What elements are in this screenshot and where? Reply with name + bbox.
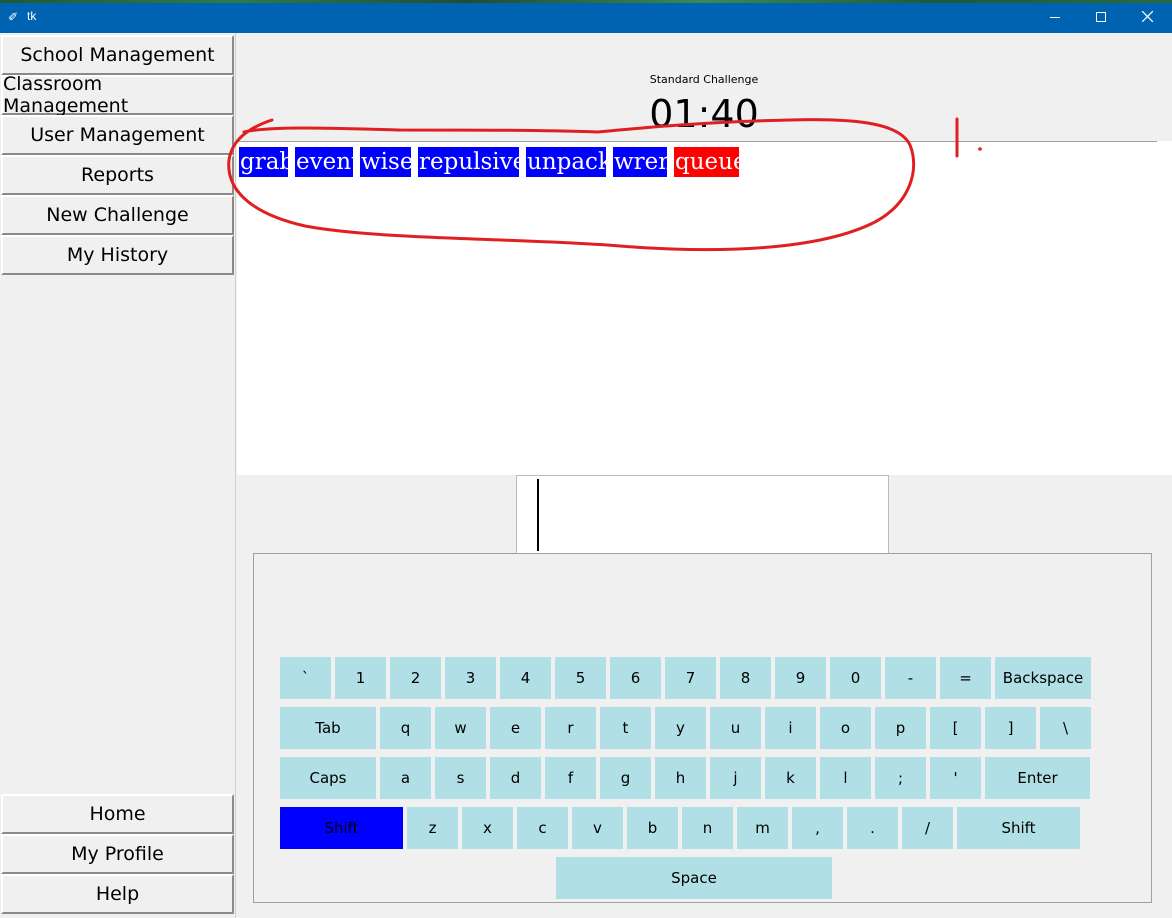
key-enter[interactable]: Enter [985,757,1090,799]
minimize-button[interactable] [1032,0,1078,33]
current-word: queue [674,147,747,177]
sidebar-item-user-management[interactable]: User Management [1,115,234,155]
completed-word: grab [239,147,295,177]
feather-icon: ✐ [8,10,19,24]
window-title-bar: ✐ tk [0,0,1172,33]
key-symbol-2-11[interactable]: ' [930,757,981,799]
sidebar-item-my-profile[interactable]: My Profile [1,834,234,874]
key-symbol-1-12[interactable]: ] [985,707,1036,749]
sidebar-item-my-history[interactable]: My History [1,235,234,275]
sidebar-item-new-challenge[interactable]: New Challenge [1,195,234,235]
key-z[interactable]: z [407,807,458,849]
key-symbol-0-12[interactable]: = [940,657,991,699]
maximize-icon [1096,11,1106,22]
key-symbol-3-9[interactable]: . [847,807,898,849]
vertical-scrollbar[interactable] [1157,141,1172,475]
completed-word: event [295,147,361,177]
key-symbol-1-13[interactable]: \ [1040,707,1091,749]
timer: 01:40 [649,92,759,136]
key-8[interactable]: 8 [720,657,771,699]
key-x[interactable]: x [462,807,513,849]
key-backspace[interactable]: Backspace [995,657,1091,699]
key-4[interactable]: 4 [500,657,551,699]
desktop-strip [0,0,1172,3]
sidebar-item-classroom-management[interactable]: Classroom Management [1,73,234,117]
key-symbol-3-10[interactable]: / [902,807,953,849]
key-1[interactable]: 1 [335,657,386,699]
key-7[interactable]: 7 [665,657,716,699]
sidebar-item-reports[interactable]: Reports [1,155,234,195]
challenge-label: Standard Challenge [649,73,759,86]
key-o[interactable]: o [820,707,871,749]
key-i[interactable]: i [765,707,816,749]
key-tab[interactable]: Tab [280,707,376,749]
typing-input[interactable] [516,475,889,553]
key-m[interactable]: m [737,807,788,849]
key-shift[interactable]: Shift [280,807,403,849]
key-l[interactable]: l [820,757,871,799]
close-button[interactable] [1124,0,1170,33]
key-symbol-1-11[interactable]: [ [930,707,981,749]
keyboard-panel: ` 1 2 3 4 5 6 7 8 9 0- = Backspace Tab q w e r t y u i o p[] \ Ca… [253,553,1152,903]
key-symbol-2-10[interactable]: ; [875,757,926,799]
key-3[interactable]: 3 [445,657,496,699]
key-s[interactable]: s [435,757,486,799]
key-f[interactable]: f [545,757,596,799]
sidebar-item-help[interactable]: Help [1,874,234,914]
completed-word: repulsive [418,147,527,177]
key-a[interactable]: a [380,757,431,799]
completed-word: wren [613,147,674,177]
key-d[interactable]: d [490,757,541,799]
key-q[interactable]: q [380,707,431,749]
key-symbol-0-0[interactable]: ` [280,657,331,699]
key-j[interactable]: j [710,757,761,799]
key-k[interactable]: k [765,757,816,799]
key-symbol-3-8[interactable]: , [792,807,843,849]
key-0[interactable]: 0 [830,657,881,699]
key-e[interactable]: e [490,707,541,749]
key-w[interactable]: w [435,707,486,749]
close-icon [1141,11,1153,22]
sidebar-item-school-management[interactable]: School Management [1,35,234,75]
key-6[interactable]: 6 [610,657,661,699]
key-y[interactable]: y [655,707,706,749]
key-c[interactable]: c [517,807,568,849]
key-symbol-0-11[interactable]: - [885,657,936,699]
window-title: tk [27,9,37,23]
completed-word: wise [360,147,414,177]
key-h[interactable]: h [655,757,706,799]
text-caret [537,479,539,551]
key-v[interactable]: v [572,807,623,849]
key-caps[interactable]: Caps [280,757,376,799]
key-r[interactable]: r [545,707,596,749]
key-n[interactable]: n [682,807,733,849]
minimize-icon [1050,16,1060,18]
word-display: grab event wise repulsive unpack wren queue [237,141,1172,475]
key-9[interactable]: 9 [775,657,826,699]
key-5[interactable]: 5 [555,657,606,699]
sidebar-item-home[interactable]: Home [1,794,234,834]
key-space[interactable]: Space [556,857,832,899]
sidebar: School Management Classroom Management U… [0,33,236,918]
key-g[interactable]: g [600,757,651,799]
completed-word: unpack [526,147,612,177]
key-u[interactable]: u [710,707,761,749]
key-2[interactable]: 2 [390,657,441,699]
key-shift[interactable]: Shift [957,807,1080,849]
key-t[interactable]: t [600,707,651,749]
key-p[interactable]: p [875,707,926,749]
key-b[interactable]: b [627,807,678,849]
maximize-button[interactable] [1078,0,1124,33]
